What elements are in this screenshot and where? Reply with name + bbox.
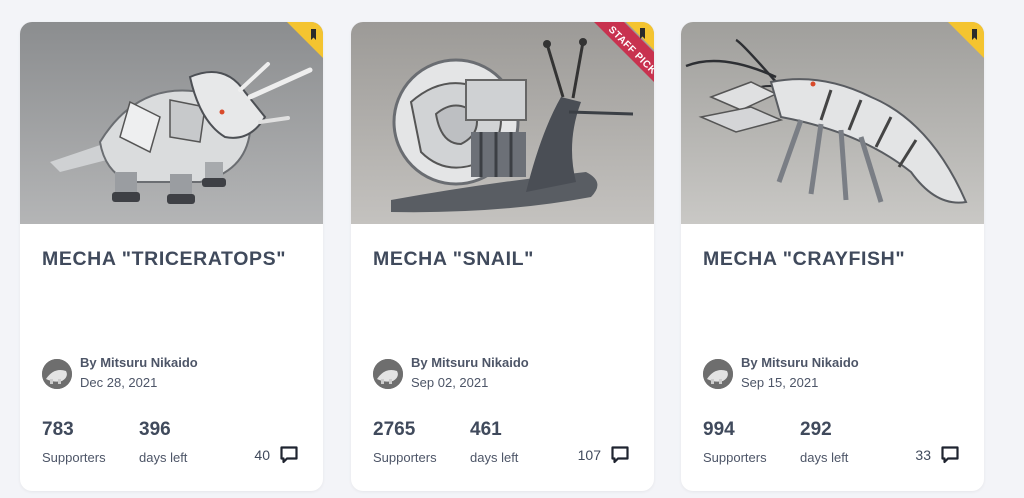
- author-avatar[interactable]: [373, 359, 403, 389]
- author-name[interactable]: By Mitsuru Nikaido: [741, 355, 859, 370]
- days-left-label: days left: [470, 450, 519, 465]
- days-left-count: 292: [800, 419, 832, 440]
- project-title[interactable]: MECHA "TRICERATOPS": [42, 248, 312, 271]
- project-title[interactable]: MECHA "SNAIL": [373, 248, 643, 271]
- author-avatar[interactable]: [42, 359, 72, 389]
- comment-count: 33: [915, 447, 931, 463]
- project-date: Sep 02, 2021: [411, 375, 489, 390]
- project-card[interactable]: MECHA "CRAYFISH" By Mitsuru Nikaido Sep …: [681, 22, 984, 491]
- project-date: Dec 28, 2021: [80, 375, 158, 390]
- days-left-label: days left: [139, 450, 188, 465]
- author-name[interactable]: By Mitsuru Nikaido: [80, 355, 198, 370]
- days-left-count: 396: [139, 419, 171, 440]
- comments-link[interactable]: 40: [254, 445, 299, 465]
- supporters-count: 994: [703, 419, 735, 440]
- supporters-label: Supporters: [703, 450, 767, 465]
- project-card[interactable]: MECHA "TRICERATOPS" By Mitsuru Nikaido D…: [20, 22, 323, 491]
- project-image[interactable]: [20, 22, 323, 224]
- comment-icon: [611, 446, 629, 464]
- supporters-label: Supporters: [42, 450, 106, 465]
- featured-bookmark-icon: [287, 22, 323, 58]
- project-title[interactable]: MECHA "CRAYFISH": [703, 248, 973, 271]
- supporters-count: 2765: [373, 419, 416, 440]
- days-left-label: days left: [800, 450, 849, 465]
- author-name[interactable]: By Mitsuru Nikaido: [411, 355, 529, 370]
- comments-link[interactable]: 107: [578, 445, 630, 465]
- days-left-count: 461: [470, 419, 502, 440]
- project-card[interactable]: STAFF PICK MECHA "SNAIL" By Mitsuru Nika…: [351, 22, 654, 491]
- author-avatar[interactable]: [703, 359, 733, 389]
- featured-bookmark-icon: [948, 22, 984, 58]
- comment-count: 40: [254, 447, 270, 463]
- supporters-label: Supporters: [373, 450, 437, 465]
- project-date: Sep 15, 2021: [741, 375, 819, 390]
- supporters-count: 783: [42, 419, 74, 440]
- comment-icon: [941, 446, 959, 464]
- comment-count: 107: [577, 447, 601, 463]
- project-image[interactable]: [681, 22, 984, 224]
- staff-pick-ribbon: STAFF PICK: [594, 22, 654, 82]
- comment-icon: [280, 446, 298, 464]
- comments-link[interactable]: 33: [915, 445, 960, 465]
